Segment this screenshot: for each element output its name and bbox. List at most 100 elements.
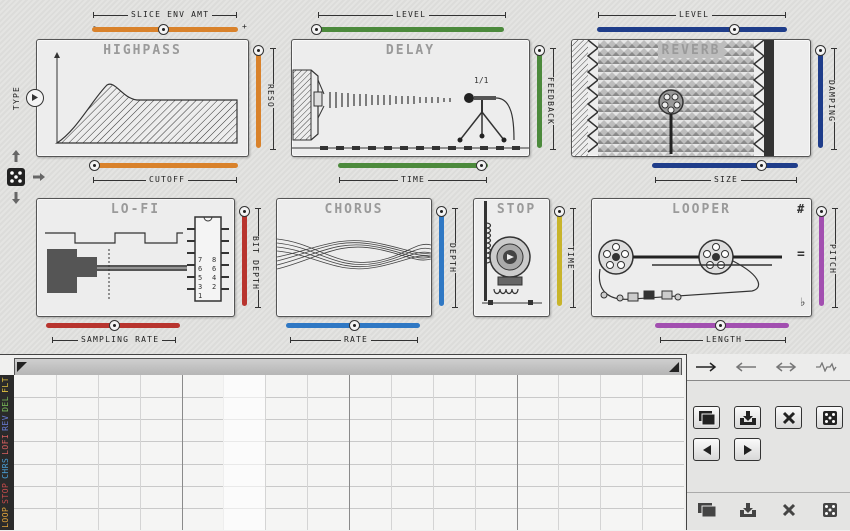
reverb-level-knob[interactable] [729, 24, 740, 35]
mode-forward-tab[interactable] [687, 357, 725, 377]
delay-illustration [292, 69, 529, 150]
sharp-symbol: # [797, 202, 805, 216]
grid-col-line [55, 375, 57, 530]
track-label-flt[interactable]: FLT [1, 377, 10, 393]
shift-left-icon [702, 444, 711, 455]
grid-col-line [600, 375, 602, 530]
grid-col-line [474, 375, 476, 530]
reverb-size-slider[interactable] [652, 163, 798, 168]
delay-level-knob[interactable] [311, 24, 322, 35]
shift-left-button[interactable] [693, 438, 720, 461]
equals-symbol: = [797, 247, 805, 262]
looper-panel: LOOPER # = ♭ [591, 198, 812, 317]
stop-time-knob[interactable] [554, 206, 565, 217]
delay-time-label: TIME [398, 175, 429, 184]
reverb-size-knob[interactable] [756, 160, 767, 171]
grid-col-line [516, 375, 518, 530]
bitdepth-label: BIT DEPTH [251, 236, 260, 291]
arrow-right-icon [696, 362, 717, 372]
stop-panel: STOP [473, 198, 550, 317]
mode-pingpong-tab[interactable] [767, 357, 805, 377]
reverb-size-label: SIZE [711, 175, 742, 184]
grid-col-line [265, 375, 267, 530]
type-button[interactable] [26, 89, 44, 107]
shift-right-button[interactable] [734, 438, 761, 461]
pitch-knob[interactable] [816, 206, 827, 217]
type-label: TYPE [12, 86, 21, 111]
paste-button[interactable] [734, 406, 761, 429]
arrow-up-icon[interactable] [10, 149, 22, 163]
pitch-label: PITCH [828, 244, 837, 275]
feedback-knob[interactable] [534, 45, 545, 56]
stop-time-slider[interactable] [557, 208, 562, 306]
random-button[interactable] [816, 406, 843, 429]
chorus-depth-slider[interactable] [439, 208, 444, 306]
stop-time-label: TIME [566, 246, 575, 271]
sequencer-grid[interactable] [14, 375, 684, 530]
delay-time-knob[interactable] [476, 160, 487, 171]
clear-icon [782, 503, 796, 517]
feedback-label: FEEDBACK [546, 77, 555, 126]
bitdepth-slider[interactable] [242, 208, 247, 306]
random-icon [822, 410, 837, 425]
grid-col-line [307, 375, 309, 530]
dice-icon[interactable] [7, 168, 25, 186]
chorus-panel: CHORUS [276, 198, 432, 317]
bitdepth-knob[interactable] [239, 206, 250, 217]
looper-tape-illustration [598, 239, 782, 302]
reverb-level-slider[interactable] [597, 27, 787, 32]
wave-icon [816, 362, 837, 372]
chip-right-pins: 8642 [212, 256, 217, 291]
track-label-rev[interactable]: REV [1, 415, 10, 431]
mode-random-tab[interactable] [807, 357, 845, 377]
pitch-slider[interactable] [819, 208, 824, 306]
random-all-button[interactable] [818, 500, 842, 520]
grid-col-line [139, 375, 141, 530]
cutoff-slider[interactable] [92, 163, 238, 168]
delay-panel: DELAY 1/1 [291, 39, 530, 157]
sequencer-timeline[interactable] [14, 358, 682, 376]
cutoff-knob[interactable] [89, 160, 100, 171]
track-label-lofi[interactable]: LOFI [1, 434, 10, 455]
arrow-right-icon[interactable] [32, 171, 46, 183]
feedback-slider[interactable] [537, 48, 542, 148]
reso-knob[interactable] [253, 45, 264, 56]
track-label-del[interactable]: DEL [1, 396, 10, 412]
paste-all-button[interactable] [736, 500, 760, 520]
delay-level-slider[interactable] [314, 27, 504, 32]
chorus-depth-knob[interactable] [436, 206, 447, 217]
copy-button[interactable] [693, 406, 720, 429]
playhead-column [223, 375, 266, 530]
mode-reverse-tab[interactable] [727, 357, 765, 377]
grid-col-line [97, 375, 99, 530]
track-label-loop[interactable]: LOOP [1, 507, 10, 528]
delay-division[interactable]: 1/1 [474, 76, 488, 85]
clear-button[interactable] [775, 406, 802, 429]
track-label-chrs[interactable]: CHRS [1, 458, 10, 479]
play-icon [32, 94, 38, 101]
slice-env-knob[interactable] [158, 24, 169, 35]
damping-label: DAMPING [827, 80, 836, 123]
sampling-rate-label: SAMPLING RATE [78, 335, 163, 344]
sampling-rate-knob[interactable] [109, 320, 120, 331]
looper-length-label: LENGTH [703, 335, 746, 344]
looper-length-knob[interactable] [715, 320, 726, 331]
damping-knob[interactable] [815, 45, 826, 56]
stop-title: STOP [496, 202, 537, 217]
grid-col-line [390, 375, 392, 530]
timeline-end-marker[interactable] [669, 362, 679, 372]
grid-col-line [558, 375, 560, 530]
damping-slider[interactable] [818, 48, 823, 148]
timeline-start-marker[interactable] [17, 362, 27, 372]
delay-time-slider[interactable] [338, 163, 488, 168]
highpass-curve-graph [54, 52, 238, 144]
arrow-down-icon[interactable] [10, 191, 22, 205]
copy-all-button[interactable] [695, 500, 719, 520]
reso-slider[interactable] [256, 48, 261, 148]
chorus-rate-knob[interactable] [349, 320, 360, 331]
clear-all-button[interactable] [777, 500, 801, 520]
clear-icon [782, 411, 795, 424]
paste-icon [739, 410, 756, 425]
track-label-stop[interactable]: STOP [1, 482, 10, 503]
grid-col-line [432, 375, 434, 530]
